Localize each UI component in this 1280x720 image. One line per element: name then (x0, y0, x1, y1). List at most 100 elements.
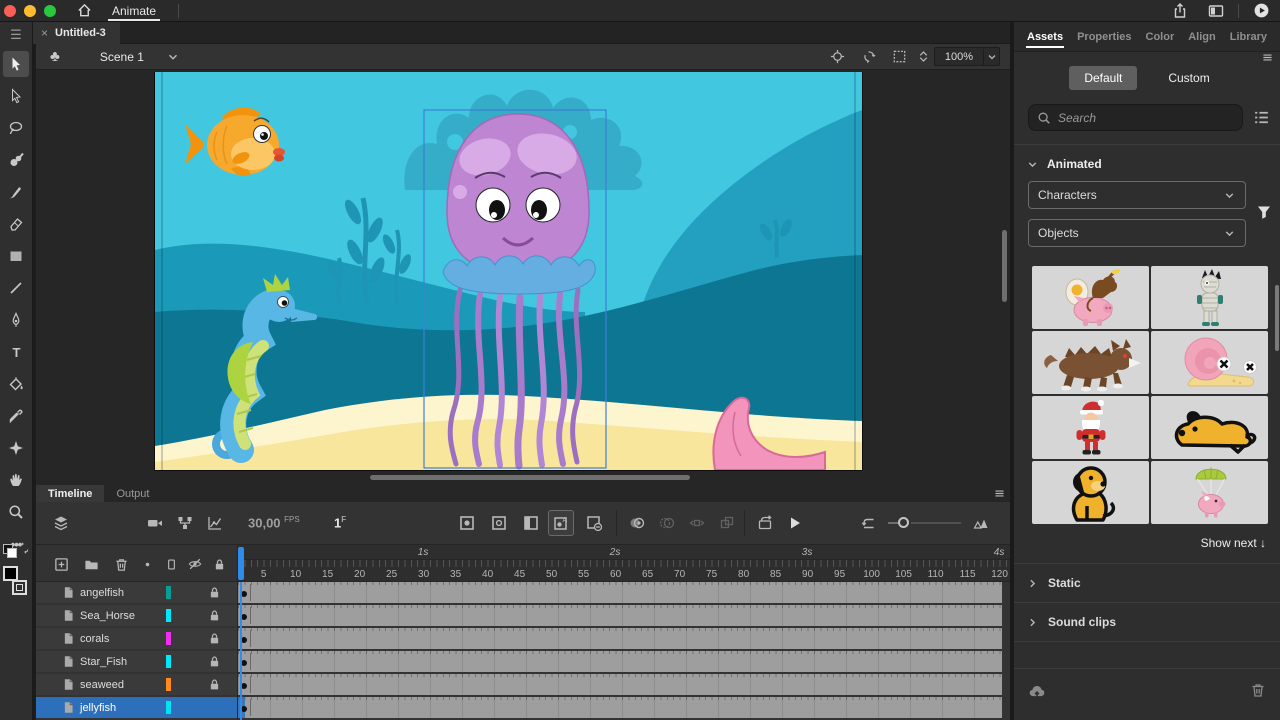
asset-thumb-pig-parachute[interactable] (1151, 461, 1268, 524)
remove-frames-button[interactable] (581, 510, 607, 536)
frame-track-corals[interactable] (238, 628, 1002, 649)
resize-frame-view-icon[interactable] (968, 510, 994, 536)
layer-row-angelfish[interactable]: angelfish (36, 582, 237, 603)
section-animated[interactable]: Animated (1026, 157, 1280, 171)
frame-track-Star_Fish[interactable] (238, 651, 1002, 672)
lasso-tool[interactable] (3, 115, 29, 141)
edit-multiple-frames-button[interactable] (684, 510, 710, 536)
insert-blank-keyframe-button[interactable] (486, 510, 512, 536)
timeline-tab-Output[interactable]: Output (104, 485, 161, 502)
rotate-view-icon[interactable] (861, 49, 876, 64)
paint-bucket-tool[interactable] (3, 371, 29, 397)
add-layer-button[interactable] (52, 555, 70, 573)
show-next-link[interactable]: Show next ↓ (1014, 536, 1266, 550)
eyedropper-tool[interactable] (3, 403, 29, 429)
layer-row-seaweed[interactable]: seaweed (36, 674, 237, 695)
asset-search-box[interactable] (1028, 104, 1243, 131)
hand-tool[interactable] (3, 467, 29, 493)
layer-lock-icon[interactable] (208, 655, 221, 668)
add-folder-button[interactable] (82, 555, 100, 573)
reset-timeline-zoom-button[interactable] (856, 510, 882, 536)
layer-lock-icon[interactable] (208, 586, 221, 599)
lock-layers-toggle[interactable] (210, 555, 228, 573)
panel-scrollbar[interactable] (1275, 285, 1279, 351)
stroke-color-swatch[interactable] (3, 566, 18, 581)
zoom-level-control[interactable]: 100% (934, 47, 1000, 66)
upload-asset-icon[interactable] (1028, 682, 1046, 700)
camera-icon[interactable] (142, 510, 168, 536)
asset-thumb-snail[interactable] (1151, 331, 1268, 394)
layer-parenting-icon[interactable] (172, 510, 198, 536)
panel-tab-Color[interactable]: Color (1139, 25, 1182, 51)
insert-keyframe-button[interactable] (454, 510, 480, 536)
edit-symbols-icon[interactable]: ♣ (50, 48, 60, 65)
default-colors-icon[interactable] (3, 544, 13, 554)
asset-warp-tool[interactable] (3, 435, 29, 461)
workspace-icon[interactable] (1208, 3, 1224, 19)
highlight-layers-toggle[interactable] (138, 555, 156, 573)
panel-tab-Properties[interactable]: Properties (1070, 25, 1138, 51)
selection-tool[interactable] (3, 51, 29, 77)
playhead-line[interactable] (240, 582, 242, 720)
timeline-tab-Timeline[interactable]: Timeline (36, 485, 104, 502)
close-document-icon[interactable]: × (41, 26, 48, 40)
asset-thumb-dog-lying[interactable] (1151, 396, 1268, 459)
text-tool[interactable]: T (3, 339, 29, 365)
asset-thumb-wolf[interactable] (1032, 331, 1149, 394)
canvas-horizontal-scrollbar[interactable] (370, 475, 690, 480)
timeline-zoom-slider[interactable] (911, 522, 961, 524)
timeline-panel-menu-icon[interactable] (993, 487, 1006, 500)
layer-color-chip[interactable] (166, 609, 171, 622)
section-Static[interactable]: Static (1014, 564, 1280, 603)
frame-track-Sea_Horse[interactable] (238, 605, 1002, 626)
loop-playback-button[interactable] (752, 510, 778, 536)
zoom-level-chevron-icon[interactable] (983, 49, 999, 65)
layer-row-Sea_Horse[interactable]: Sea_Horse (36, 605, 237, 626)
center-stage-icon[interactable] (830, 49, 845, 64)
playhead-marker[interactable] (238, 547, 244, 580)
fluid-brush-tool[interactable] (3, 147, 29, 173)
frame-track-angelfish[interactable] (238, 582, 1002, 603)
eraser-tool[interactable] (3, 211, 29, 237)
modify-markers-button[interactable] (714, 510, 740, 536)
frame-track-jellyfish[interactable] (238, 697, 1002, 718)
insert-frame-button[interactable] (518, 510, 544, 536)
document-tab[interactable]: × Untitled-3 (33, 22, 120, 44)
assets-panel-menu-icon[interactable] (1261, 51, 1274, 714)
tools-panel-menu-icon[interactable]: ☰ (10, 22, 22, 48)
scene-chevron-icon[interactable] (166, 50, 180, 64)
layer-row-jellyfish[interactable]: jellyfish (36, 697, 237, 718)
play-button[interactable] (782, 510, 808, 536)
fps-value[interactable]: 30,00 FPS (248, 515, 300, 530)
outline-layers-toggle[interactable] (162, 555, 180, 573)
zoom-tool[interactable] (3, 499, 29, 525)
share-icon[interactable] (1172, 3, 1188, 19)
delete-layer-button[interactable] (112, 555, 130, 573)
canvas-pasteboard[interactable] (36, 70, 1010, 485)
auto-keyframe-button[interactable] (548, 510, 574, 536)
clip-content-icon[interactable] (892, 49, 907, 64)
panel-tab-Library[interactable]: Library (1223, 25, 1274, 51)
classic-brush-tool[interactable] (3, 179, 29, 205)
layer-color-chip[interactable] (166, 701, 171, 714)
layer-row-corals[interactable]: corals (36, 628, 237, 649)
app-tab-animate[interactable]: Animate (94, 0, 174, 22)
onion-skin-button[interactable] (624, 510, 650, 536)
filter-dropdown-characters[interactable]: Characters (1028, 181, 1246, 209)
home-icon[interactable] (74, 3, 94, 18)
asset-thumb-monkey-on-pig[interactable] (1032, 266, 1149, 329)
layer-color-chip[interactable] (166, 678, 171, 691)
filter-icon[interactable] (1256, 204, 1272, 220)
layer-color-chip[interactable] (166, 586, 171, 599)
window-zoom-button[interactable] (44, 5, 56, 17)
graph-editor-icon[interactable] (202, 510, 228, 536)
layer-lock-icon[interactable] (208, 632, 221, 645)
mode-button-Default[interactable]: Default (1069, 66, 1137, 90)
asset-thumb-dog-sitting[interactable] (1032, 461, 1149, 524)
timeline-zoom-handle[interactable] (898, 517, 909, 528)
swap-colors-icon[interactable] (18, 542, 30, 554)
search-input[interactable] (1058, 111, 1234, 125)
frame-track-seaweed[interactable] (238, 674, 1002, 695)
layer-lock-icon[interactable] (208, 678, 221, 691)
mode-button-Custom[interactable]: Custom (1153, 66, 1224, 90)
